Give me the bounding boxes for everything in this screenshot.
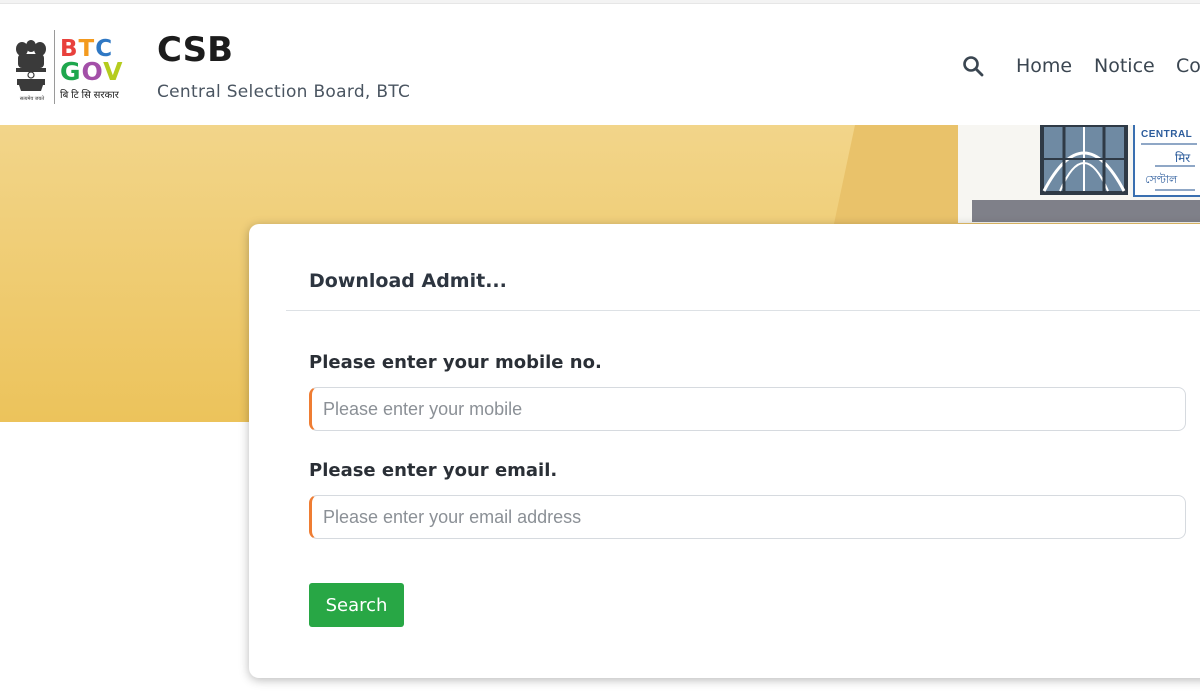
- sign-line: [1141, 143, 1197, 145]
- email-input[interactable]: [309, 495, 1186, 539]
- nav-contact[interactable]: Co: [1176, 55, 1200, 77]
- search-icon[interactable]: [962, 55, 984, 77]
- sign-line: [1155, 165, 1195, 167]
- search-button[interactable]: Search: [309, 583, 404, 627]
- email-label: Please enter your email.: [309, 460, 558, 481]
- site-header: सत्यमेव जयते BTC GOV बि टि सि सरकार CSB …: [0, 4, 1200, 125]
- mobile-input[interactable]: [309, 387, 1186, 431]
- logo-subtitle: बि टि सि सरकार: [60, 90, 119, 101]
- logo-divider: [54, 30, 55, 104]
- building-window-icon: [1040, 125, 1128, 195]
- emblem-caption: सत्यमेव जयते: [19, 96, 45, 102]
- sign-title: CENTRAL: [1141, 129, 1193, 140]
- page: सत्यमेव जयते BTC GOV बि टि सि सरकार CSB …: [0, 0, 1200, 700]
- sign-hindi: मिर: [1175, 151, 1191, 165]
- site-subtitle: Central Selection Board, BTC: [157, 82, 411, 102]
- building-sign: CENTRAL मिर সেণ্টাল: [1133, 125, 1200, 197]
- national-emblem-icon: [16, 40, 46, 91]
- sign-bengali: সেণ্টাল: [1145, 174, 1178, 186]
- card-divider: [286, 310, 1200, 311]
- logo-gov-text: GOV: [60, 57, 124, 86]
- mobile-label: Please enter your mobile no.: [309, 352, 602, 373]
- download-admit-card: Download Admit... Please enter your mobi…: [249, 224, 1200, 678]
- site-title: CSB: [157, 30, 233, 70]
- building-photo-base: [972, 200, 1200, 222]
- btc-gov-logo[interactable]: सत्यमेव जयते BTC GOV बि टि सि सरकार: [10, 30, 130, 104]
- nav-home[interactable]: Home: [1016, 55, 1072, 77]
- card-title: Download Admit...: [309, 270, 507, 292]
- nav-notice[interactable]: Notice: [1094, 55, 1155, 77]
- sign-line: [1155, 189, 1195, 191]
